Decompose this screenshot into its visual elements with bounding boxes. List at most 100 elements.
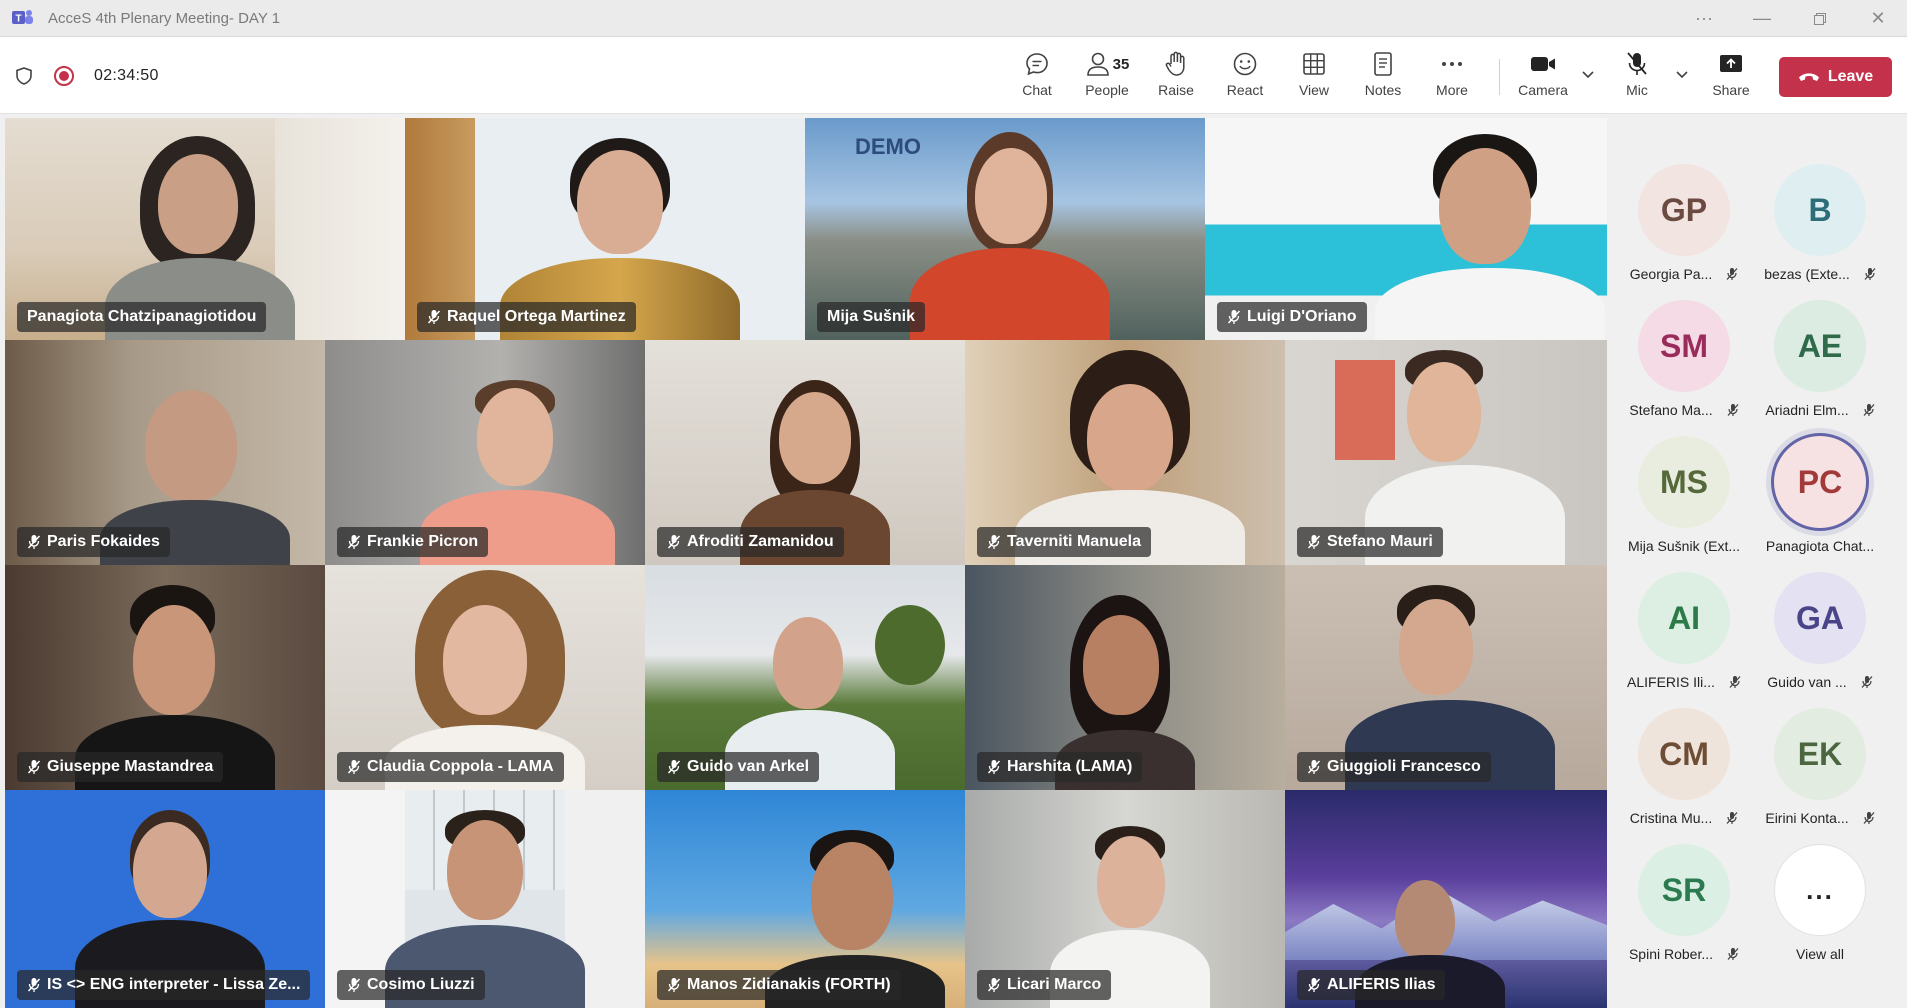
mic-muted-icon — [1727, 948, 1739, 960]
window-title: AcceS 4th Plenary Meeting- DAY 1 — [48, 9, 281, 27]
participant-name: Paris Fokaides — [47, 533, 160, 550]
svg-text:T: T — [15, 14, 21, 25]
roster-item[interactable]: EK Eirini Konta... — [1752, 708, 1888, 828]
participant-nameplate: Panagiota Chatzipanagiotidou — [17, 302, 267, 332]
participant-name: Taverniti Manuela — [1007, 533, 1141, 550]
participant-nameplate: Raquel Ortega Martinez — [417, 302, 636, 332]
video-tile[interactable]: DEMO Mija Sušnik — [805, 118, 1205, 340]
participant-name: IS <> ENG interpreter - Lissa Ze... — [47, 976, 301, 993]
title-bar: T AcceS 4th Plenary Meeting- DAY 1 ··· —… — [0, 0, 1907, 37]
mic-muted-icon — [1727, 404, 1739, 416]
roster-name: Ariadni Elm... — [1765, 402, 1849, 418]
react-button[interactable]: React — [1213, 49, 1277, 105]
video-tile[interactable]: IS <> ENG interpreter - Lissa Ze... — [5, 790, 325, 1008]
participant-nameplate: Guido van Arkel — [657, 752, 820, 782]
roster-item[interactable]: SM Stefano Ma... — [1616, 300, 1752, 420]
participant-nameplate: Giuggioli Francesco — [1297, 752, 1491, 782]
participant-nameplate: Cosimo Liuzzi — [337, 970, 485, 1000]
people-button[interactable]: 35 People — [1074, 49, 1140, 105]
video-tile[interactable]: Manos Zidianakis (FORTH) — [645, 790, 965, 1008]
more-icon: ... — [1774, 844, 1866, 936]
close-button[interactable]: ✕ — [1849, 0, 1907, 37]
video-tile[interactable]: Guido van Arkel — [645, 565, 965, 790]
roster-item[interactable]: GA Guido van ... — [1752, 572, 1888, 692]
roster-item[interactable]: AI ALIFERIS Ili... — [1616, 572, 1752, 692]
people-label: People — [1085, 82, 1129, 98]
more-options-icon[interactable]: ··· — [1675, 0, 1733, 37]
video-tile[interactable]: Giuggioli Francesco — [1285, 565, 1607, 790]
video-tile[interactable]: Luigi D'Oriano — [1205, 118, 1607, 340]
meeting-timer: 02:34:50 — [94, 66, 159, 84]
share-button[interactable]: Share — [1699, 49, 1763, 105]
roster-name: Georgia Pa... — [1629, 266, 1713, 282]
more-icon — [1442, 62, 1462, 66]
restore-button[interactable] — [1791, 0, 1849, 37]
camera-label: Camera — [1518, 82, 1568, 98]
participant-nameplate: Licari Marco — [977, 970, 1112, 1000]
participant-nameplate: Luigi D'Oriano — [1217, 302, 1367, 332]
participant-name: Cosimo Liuzzi — [367, 976, 475, 993]
video-tile[interactable]: Harshita (LAMA) — [965, 565, 1285, 790]
chat-button[interactable]: Chat — [1005, 49, 1069, 105]
video-tile[interactable]: Claudia Coppola - LAMA — [325, 565, 645, 790]
roster-item[interactable]: B bezas (Exte... — [1752, 164, 1888, 284]
video-tile[interactable]: Paris Fokaides — [5, 340, 325, 565]
raise-hand-button[interactable]: Raise — [1144, 49, 1208, 105]
video-tile[interactable]: Giuseppe Mastandrea — [5, 565, 325, 790]
shield-icon[interactable] — [14, 66, 34, 86]
roster-name: Stefano Ma... — [1629, 402, 1713, 418]
video-tile[interactable]: Afroditi Zamanidou — [645, 340, 965, 565]
roster-name: Cristina Mu... — [1629, 810, 1713, 826]
video-tile[interactable]: ALIFERIS Ilias — [1285, 790, 1607, 1008]
notes-button[interactable]: Notes — [1351, 49, 1415, 105]
mic-muted-icon — [27, 978, 41, 992]
mic-muted-icon — [1307, 535, 1321, 549]
mic-muted-icon — [27, 760, 41, 774]
roster-item[interactable]: SR Spini Rober... — [1616, 844, 1752, 964]
avatar: EK — [1774, 708, 1866, 800]
chat-label: Chat — [1022, 82, 1052, 98]
more-button[interactable]: More — [1420, 49, 1484, 105]
mic-muted-icon — [347, 760, 361, 774]
view-all-button[interactable]: ... View all — [1752, 844, 1888, 964]
roster-name: Panagiota Chat... — [1765, 538, 1875, 554]
mic-button[interactable]: Mic — [1605, 49, 1669, 105]
video-tile[interactable]: Licari Marco — [965, 790, 1285, 1008]
camera-button[interactable]: Camera — [1511, 49, 1575, 105]
camera-options-chevron-icon[interactable] — [1581, 67, 1595, 83]
mic-muted-icon — [1861, 676, 1873, 688]
recording-icon — [54, 65, 74, 86]
participant-nameplate: Claudia Coppola - LAMA — [337, 752, 564, 782]
video-tile[interactable]: Raquel Ortega Martinez — [405, 118, 805, 340]
video-tile[interactable]: Taverniti Manuela — [965, 340, 1285, 565]
video-tile[interactable]: Stefano Mauri — [1285, 340, 1607, 565]
raise-label: Raise — [1158, 82, 1194, 98]
roster-name: Spini Rober... — [1628, 946, 1714, 962]
chat-icon — [1026, 53, 1048, 76]
roster-item[interactable]: MS Mija Sušnik (Ext... — [1616, 436, 1752, 556]
roster-item[interactable]: AE Ariadni Elm... — [1752, 300, 1888, 420]
people-icon — [1086, 52, 1109, 76]
mic-muted-icon — [987, 760, 1001, 774]
mic-muted-icon — [1726, 812, 1738, 824]
roster-item[interactable]: CM Cristina Mu... — [1616, 708, 1752, 828]
mic-muted-icon — [347, 978, 361, 992]
roster-name: Mija Sušnik (Ext... — [1627, 538, 1741, 554]
video-tile[interactable]: Cosimo Liuzzi — [325, 790, 645, 1008]
roster-item[interactable]: GP Georgia Pa... — [1616, 164, 1752, 284]
mic-options-chevron-icon[interactable] — [1675, 67, 1689, 83]
mic-muted-icon — [1726, 268, 1738, 280]
participant-roster: GP Georgia Pa... B bezas (Exte... SM Ste… — [1607, 114, 1907, 1008]
leave-button[interactable]: Leave — [1779, 57, 1892, 97]
view-button[interactable]: View — [1282, 49, 1346, 105]
participant-nameplate: ALIFERIS Ilias — [1297, 970, 1446, 1000]
mic-muted-icon — [987, 535, 1001, 549]
roster-item[interactable]: PC Panagiota Chat... — [1752, 436, 1888, 556]
video-tile[interactable]: Frankie Picron — [325, 340, 645, 565]
avatar: MS — [1638, 436, 1730, 528]
avatar: B — [1774, 164, 1866, 256]
participant-name: Frankie Picron — [367, 533, 479, 550]
video-tile[interactable]: Panagiota Chatzipanagiotidou — [5, 118, 405, 340]
mic-muted-icon — [1863, 812, 1875, 824]
minimize-button[interactable]: — — [1733, 0, 1791, 37]
